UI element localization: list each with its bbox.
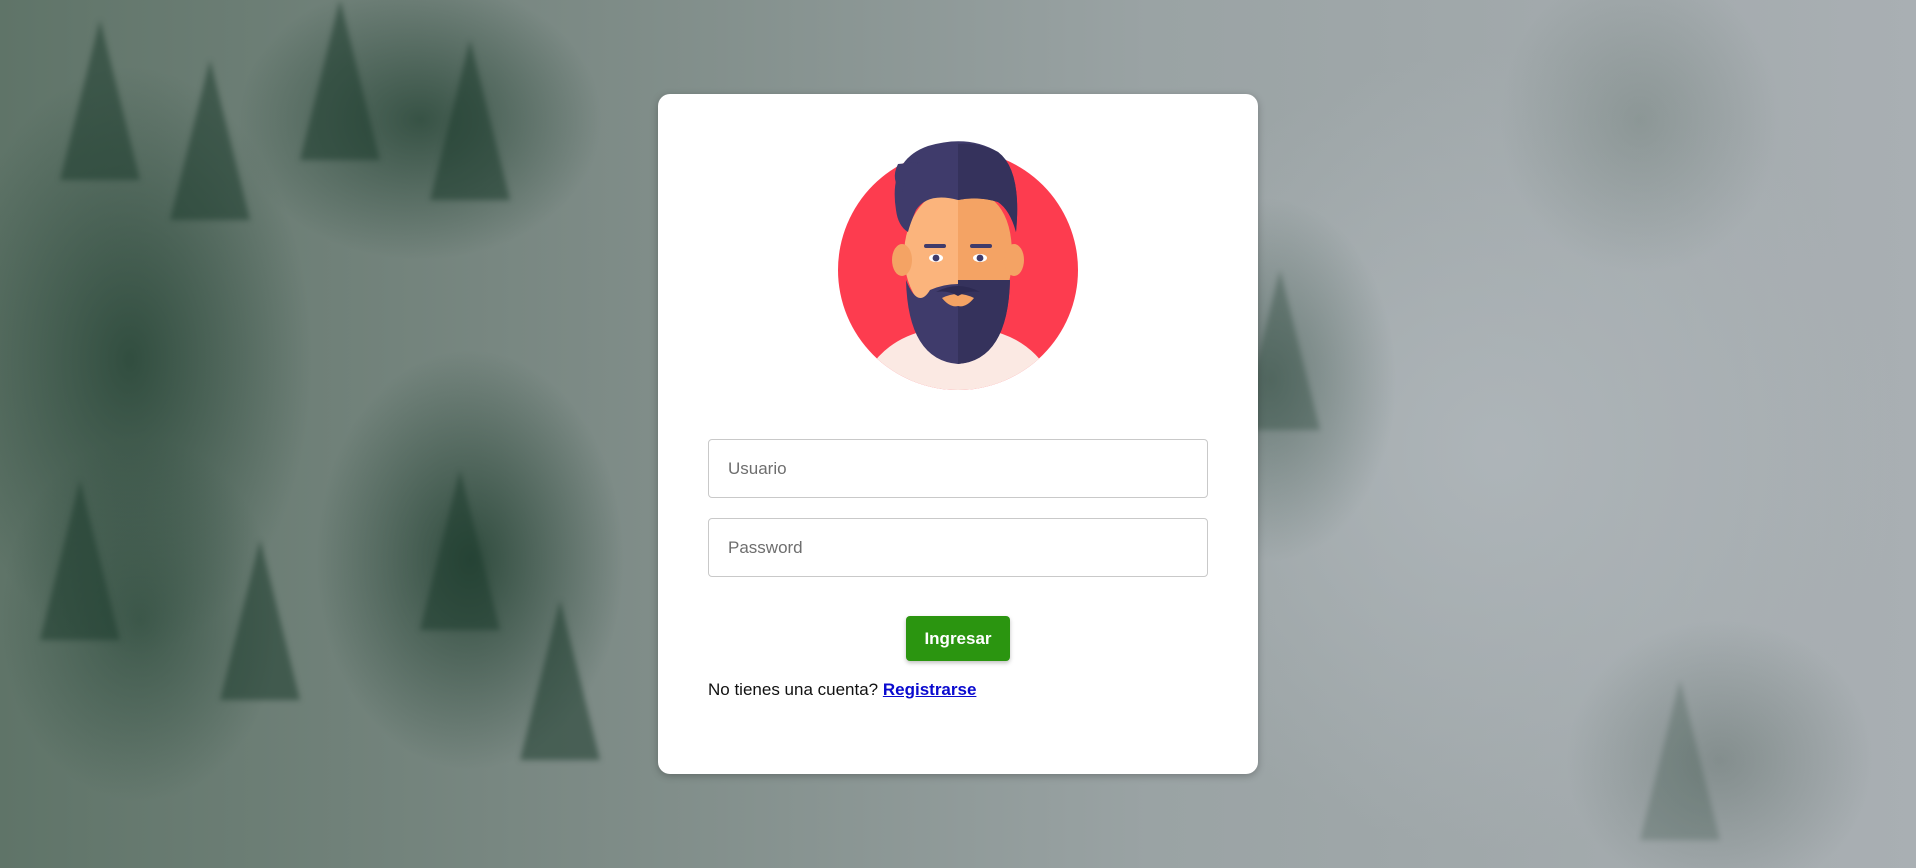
tree-silhouette: [220, 540, 300, 700]
tree-silhouette: [40, 480, 120, 640]
register-prompt: No tienes una cuenta? Registrarse: [708, 680, 976, 700]
login-card: Ingresar No tienes una cuenta? Registrar…: [658, 94, 1258, 774]
tree-silhouette: [520, 600, 600, 760]
register-link[interactable]: Registrarse: [883, 680, 977, 699]
login-button[interactable]: Ingresar: [906, 616, 1010, 661]
tree-silhouette: [420, 470, 500, 630]
tree-silhouette: [60, 20, 140, 180]
username-input[interactable]: [708, 439, 1208, 498]
password-input[interactable]: [708, 518, 1208, 577]
tree-silhouette: [170, 60, 250, 220]
tree-silhouette: [300, 0, 380, 160]
tree-silhouette: [1640, 680, 1720, 840]
tree-silhouette: [430, 40, 510, 200]
bearded-man-avatar-icon: [838, 141, 1078, 390]
register-prompt-text: No tienes una cuenta?: [708, 680, 879, 699]
